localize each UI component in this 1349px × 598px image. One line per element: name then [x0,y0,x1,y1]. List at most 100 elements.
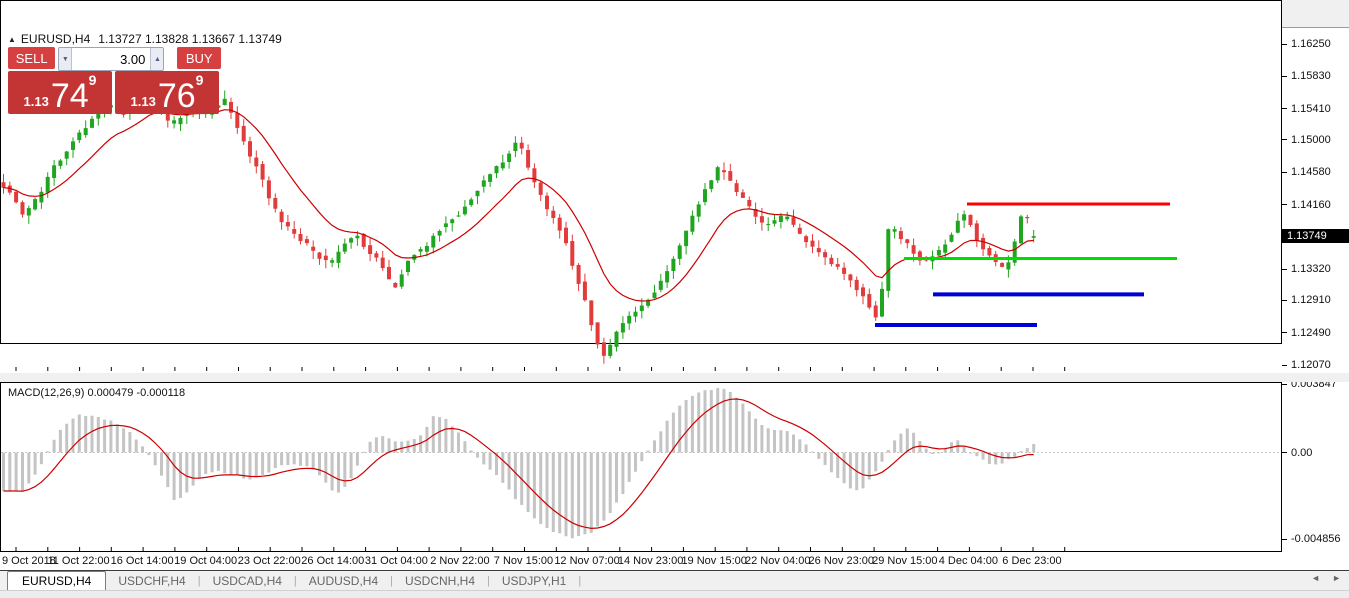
volume-input[interactable] [72,48,150,70]
price-axis-label: 1.14580 [1291,166,1331,178]
chart-symbol-title: EURUSD,H4 [21,32,90,46]
macd-histogram-bar [489,453,492,470]
macd-histogram-bar [375,437,378,452]
candle-body [513,143,517,151]
buy-price-prefix: 1.13 [131,94,156,109]
tab-divider: | [578,575,581,587]
macd-histogram-bar [388,438,391,452]
candle-body [867,294,871,307]
macd-histogram-bar [185,453,188,493]
price-axis-label: 1.14160 [1291,199,1331,211]
sell-price-big: 74 [51,81,89,111]
macd-histogram-bar [653,440,656,452]
time-axis-label: 31 Oct 04:00 [365,555,428,567]
tab-audusd-h4[interactable]: AUDUSD,H4 [297,573,390,589]
macd-histogram-bar [223,453,226,474]
candle-body [886,229,890,291]
candle-body [273,198,277,209]
macd-histogram-bar [874,453,877,472]
candle-body [14,192,18,202]
current-price-badge: 1.13749 [1282,229,1349,243]
buy-button[interactable]: BUY [177,47,221,69]
candle-body [564,228,568,244]
sell-button[interactable]: SELL [8,47,55,69]
tab-scroll-left-icon[interactable]: ◄ [1311,573,1320,583]
macd-histogram-bar [299,453,302,466]
candle-body [602,342,606,356]
macd-histogram-bar [969,453,972,454]
macd-histogram-bar [337,453,340,493]
sell-price-display[interactable]: 1.13 74 9 [8,71,112,114]
macd-chart[interactable] [1,383,1281,551]
tab-usdcnh-h4[interactable]: USDCNH,H4 [393,573,487,589]
macd-histogram-bar [369,442,372,453]
macd-histogram-bar [179,453,182,498]
macd-histogram-bar [552,453,555,533]
macd-histogram-bar [78,415,81,453]
tab-usdchf-h4[interactable]: USDCHF,H4 [106,573,197,589]
macd-histogram-bar [767,428,770,452]
time-axis-label: 14 Nov 23:00 [618,555,683,567]
macd-histogram-bar [128,432,131,453]
candle-body [747,200,751,206]
candle-body [823,252,827,257]
candle-body [330,260,334,263]
macd-histogram-bar [906,429,909,453]
buy-price-display[interactable]: 1.13 76 9 [115,71,219,114]
candle-body [311,247,315,251]
candle-body [292,229,296,234]
volume-down-icon: ▼ [62,56,69,63]
volume-decrease-button[interactable]: ▼ [59,48,72,70]
macd-histogram-bar [255,453,258,478]
candle-body [444,223,448,227]
trade-panel: SELL ▼ ▲ BUY 1.13 74 9 1.13 76 9 [8,47,221,114]
macd-histogram-bar [305,453,308,467]
candle-body [583,282,587,301]
tab-eurusd-h4[interactable]: EURUSD,H4 [7,571,106,591]
volume-increase-button[interactable]: ▲ [150,48,163,70]
macd-histogram-bar [760,425,763,453]
macd-histogram-bar [274,453,277,469]
candle-body [640,306,644,312]
candle-body [956,221,960,233]
candle-body [463,207,467,215]
chart-title-row: ▲ EURUSD,H4 1.13727 1.13828 1.13667 1.13… [8,32,282,46]
candle-body [987,248,991,255]
tab-usdcad-h4[interactable]: USDCAD,H4 [201,573,294,589]
candle-body [507,154,511,162]
panel-splitter[interactable] [0,373,1349,382]
macd-histogram-bar [103,420,106,453]
macd-axis-tick [1282,539,1287,540]
macd-histogram-bar [881,453,884,462]
macd-histogram-bar [1020,451,1023,452]
tab-usdjpy-h1[interactable]: USDJPY,H1 [490,573,578,589]
macd-histogram-bar [470,450,473,452]
macd-histogram-bar [729,392,732,453]
candle-body [349,238,353,242]
macd-histogram-bar [343,453,346,487]
candle-body [785,217,789,220]
price-axis-label: 1.12910 [1291,294,1331,306]
macd-histogram-bar [217,453,220,471]
candle-body [457,216,461,217]
candle-body [65,152,69,159]
buy-price-big: 76 [158,81,196,111]
macd-histogram-bar [982,453,985,460]
candle-body [21,202,25,214]
macd-histogram-bar [286,453,289,466]
macd-indicator-label: MACD(12,26,9) 0.000479 -0.000118 [8,387,185,399]
candle-body [659,281,663,290]
candle-body [912,245,916,254]
candle-body [286,222,290,226]
candle-body [678,246,682,259]
candle-body [324,256,328,260]
macd-histogram-bar [546,453,549,528]
collapse-triangle-icon[interactable]: ▲ [8,35,16,44]
macd-histogram-bar [830,453,833,473]
candle-body [596,322,600,344]
tab-scroll-right-icon[interactable]: ► [1332,573,1341,583]
candle-body [855,280,859,290]
macd-histogram-bar [1032,444,1035,453]
candle-body [893,229,897,232]
macd-histogram-bar [583,453,586,535]
